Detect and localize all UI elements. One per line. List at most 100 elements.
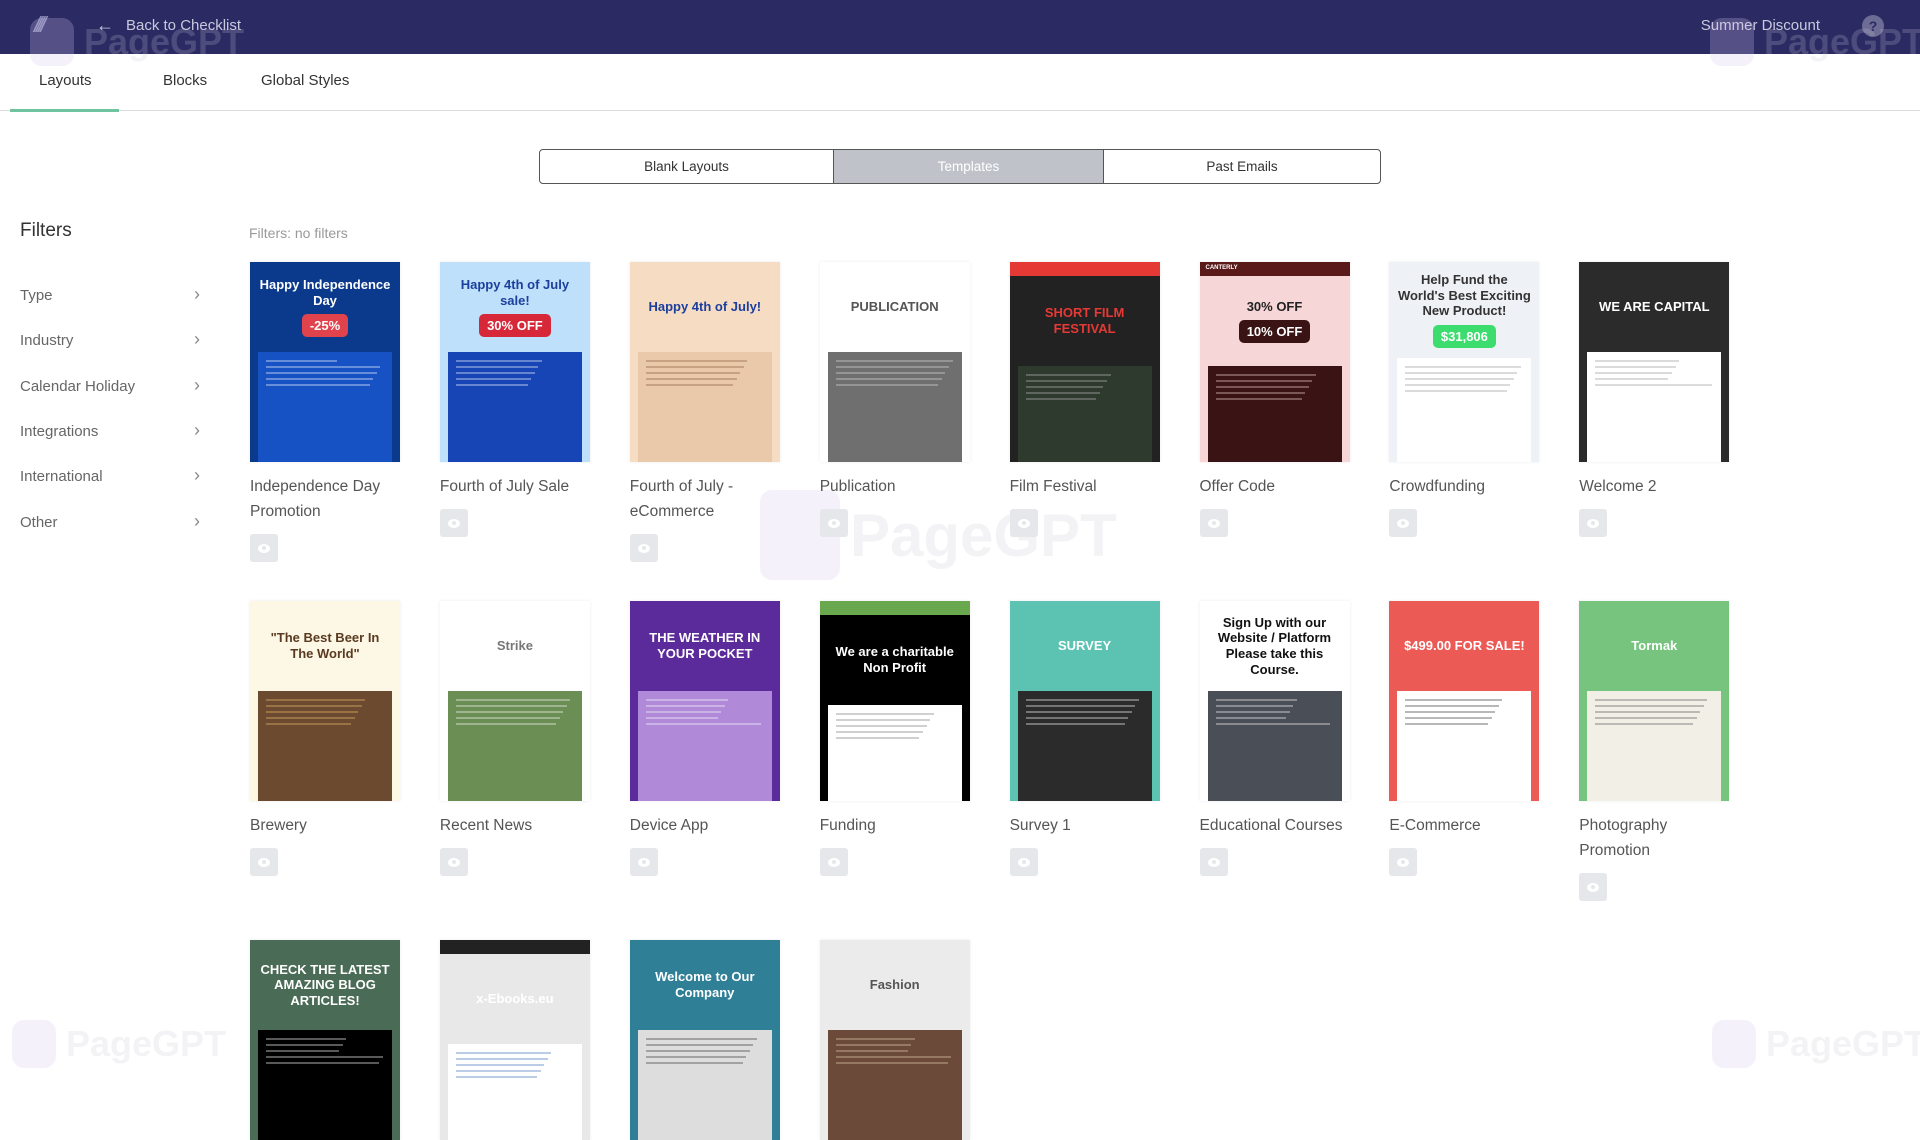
template-card[interactable]: "The Best Beer In The World" Brewery (250, 601, 400, 876)
chevron-right-icon: › (194, 419, 200, 440)
thumbnail-body (258, 352, 392, 462)
preview-button[interactable] (1389, 509, 1418, 537)
template-thumbnail[interactable]: Help Fund the World's Best Exciting New … (1389, 262, 1540, 462)
thumbnail-headline: Happy 4th of July! (648, 299, 762, 315)
template-card[interactable]: WE ARE CAPITAL Welcome 2 (1579, 262, 1730, 537)
thumbnail-headline: x-Ebooks.eu (476, 991, 554, 1007)
template-thumbnail[interactable]: SURVEY (1009, 601, 1160, 801)
thumbnail-body (258, 691, 392, 801)
template-thumbnail[interactable]: Strike (439, 601, 590, 801)
template-thumbnail[interactable]: x-Ebooks.eu (439, 940, 590, 1140)
segment-templates[interactable]: Templates (834, 150, 1104, 183)
template-thumbnail[interactable]: "The Best Beer In The World" (250, 601, 400, 801)
filter-integrations[interactable]: Integrations › (20, 419, 200, 440)
template-card[interactable]: $499.00 FOR SALE! E-Commerce (1389, 601, 1540, 876)
template-thumbnail[interactable]: Sign Up with our Website / Platform Plea… (1199, 601, 1350, 801)
preview-button[interactable] (629, 848, 658, 876)
thumbnail-hero: Tormak (1579, 601, 1729, 691)
template-thumbnail[interactable]: $499.00 FOR SALE! (1389, 601, 1540, 801)
thumbnail-hero: "The Best Beer In The World" (250, 601, 400, 691)
chevron-right-icon: › (194, 374, 200, 395)
template-thumbnail[interactable]: We are a charitable Non Profit (819, 601, 970, 801)
template-card[interactable]: Strike Recent News (439, 601, 590, 876)
thumbnail-header-bar (1009, 262, 1160, 276)
preview-button[interactable] (1199, 509, 1228, 537)
filter-industry[interactable]: Industry › (20, 330, 200, 349)
thumbnail-body (258, 1030, 392, 1140)
preview-button[interactable] (439, 848, 468, 876)
thumbnail-hero: WE ARE CAPITAL (1579, 262, 1729, 352)
template-card[interactable]: We are a charitable Non Profit Funding (819, 601, 970, 876)
segment-blank-layouts[interactable]: Blank Layouts (540, 150, 834, 183)
template-thumbnail[interactable]: PUBLICATION (819, 262, 970, 462)
preview-button[interactable] (1199, 848, 1228, 876)
template-thumbnail[interactable]: Happy 4th of July! (629, 262, 780, 462)
preview-button[interactable] (1579, 873, 1608, 901)
filter-other[interactable]: Other › (20, 512, 200, 531)
template-card[interactable]: THE WEATHER IN YOUR POCKET Device App (629, 601, 780, 876)
thumbnail-body (1207, 366, 1342, 462)
tab-layouts[interactable]: Layouts (10, 72, 118, 112)
thumbnail-header-bar: CANTERLY (1199, 262, 1350, 276)
thumbnail-headline: Help Fund the World's Best Exciting New … (1397, 272, 1531, 319)
preview-button[interactable] (250, 534, 278, 562)
preview-button[interactable] (1389, 848, 1418, 876)
eye-icon (1587, 518, 1600, 528)
template-card[interactable]: Tormak Photography Promotion (1579, 601, 1730, 901)
template-thumbnail[interactable]: SHORT FILM FESTIVAL (1009, 262, 1160, 462)
preview-button[interactable] (1009, 509, 1038, 537)
template-card[interactable]: Happy 4th of July! Fourth of July - eComm… (629, 262, 780, 562)
template-thumbnail[interactable]: WE ARE CAPITAL (1579, 262, 1730, 462)
template-card[interactable]: CHECK THE LATEST AMAZING BLOG ARTICLES! (250, 940, 400, 1140)
preview-button[interactable] (819, 509, 848, 537)
template-thumbnail[interactable]: Welcome to Our Company (629, 940, 780, 1140)
template-thumbnail[interactable]: CANTERLY 30% OFF 10% OFF (1199, 262, 1350, 462)
thumbnail-hero: Help Fund the World's Best Exciting New … (1389, 262, 1539, 358)
template-card[interactable]: SHORT FILM FESTIVAL Film Festival (1009, 262, 1160, 537)
thumbnail-body (637, 352, 772, 462)
template-thumbnail[interactable]: THE WEATHER IN YOUR POCKET (629, 601, 780, 801)
preview-button[interactable] (819, 848, 848, 876)
thumbnail-headline: Happy 4th of July sale! (460, 276, 570, 308)
tab-global-styles[interactable]: Global Styles (261, 72, 349, 89)
help-icon[interactable]: ? (1862, 15, 1884, 37)
template-thumbnail[interactable]: Fashion (819, 940, 970, 1140)
template-title: Fourth of July - eCommerce (629, 478, 734, 520)
eye-icon (1017, 518, 1030, 528)
preview-button[interactable] (629, 534, 658, 562)
template-card[interactable]: CANTERLY 30% OFF 10% OFF Offer Code (1199, 262, 1350, 537)
top-bar: //// ← Back to Checklist Summer Discount… (0, 0, 1920, 54)
filter-type[interactable]: Type › (20, 285, 200, 304)
preview-button[interactable] (1009, 848, 1038, 876)
filter-calendar-holiday[interactable]: Calendar Holiday › (20, 374, 200, 395)
thumbnail-body (827, 352, 962, 462)
template-card[interactable]: PUBLICATION Publication (819, 262, 970, 537)
template-card[interactable]: x-Ebooks.eu (439, 940, 590, 1140)
preview-button[interactable] (1579, 509, 1608, 537)
watermark-logo: PageGPT (1712, 1020, 1920, 1068)
template-thumbnail[interactable]: Happy 4th of July sale! 30% OFF (439, 262, 590, 462)
template-thumbnail[interactable]: Tormak (1579, 601, 1730, 801)
thumbnail-headline: THE WEATHER IN YOUR POCKET (649, 630, 761, 661)
template-card[interactable]: Fashion (819, 940, 970, 1140)
back-to-checklist-link[interactable]: ← Back to Checklist (96, 15, 241, 36)
preview-button[interactable] (250, 848, 278, 876)
template-thumbnail[interactable]: Happy Independence Day -25% (250, 262, 400, 462)
preview-button[interactable] (439, 509, 468, 537)
template-card[interactable]: Help Fund the World's Best Exciting New … (1389, 262, 1540, 537)
template-card[interactable]: Sign Up with our Website / Platform Plea… (1199, 601, 1350, 876)
thumbnail-headline: 30% OFF (1246, 298, 1303, 314)
filters-status: Filters: no filters (249, 225, 348, 241)
segment-past-emails[interactable]: Past Emails (1104, 150, 1380, 183)
filter-international[interactable]: International › (20, 466, 200, 485)
template-card[interactable]: Happy Independence Day -25% Independence D… (250, 262, 400, 562)
thumbnail-hero: Happy Independence Day -25% (250, 262, 400, 352)
template-card[interactable]: Welcome to Our Company (629, 940, 780, 1140)
eye-icon (1017, 857, 1030, 867)
tab-blocks[interactable]: Blocks (163, 72, 207, 89)
thumbnail-body (1017, 366, 1152, 462)
thumbnail-headline: Strike (496, 638, 533, 654)
template-card[interactable]: SURVEY Survey 1 (1009, 601, 1160, 876)
template-thumbnail[interactable]: CHECK THE LATEST AMAZING BLOG ARTICLES! (250, 940, 400, 1140)
template-card[interactable]: Happy 4th of July sale! 30% OFF Fourth of … (439, 262, 590, 537)
